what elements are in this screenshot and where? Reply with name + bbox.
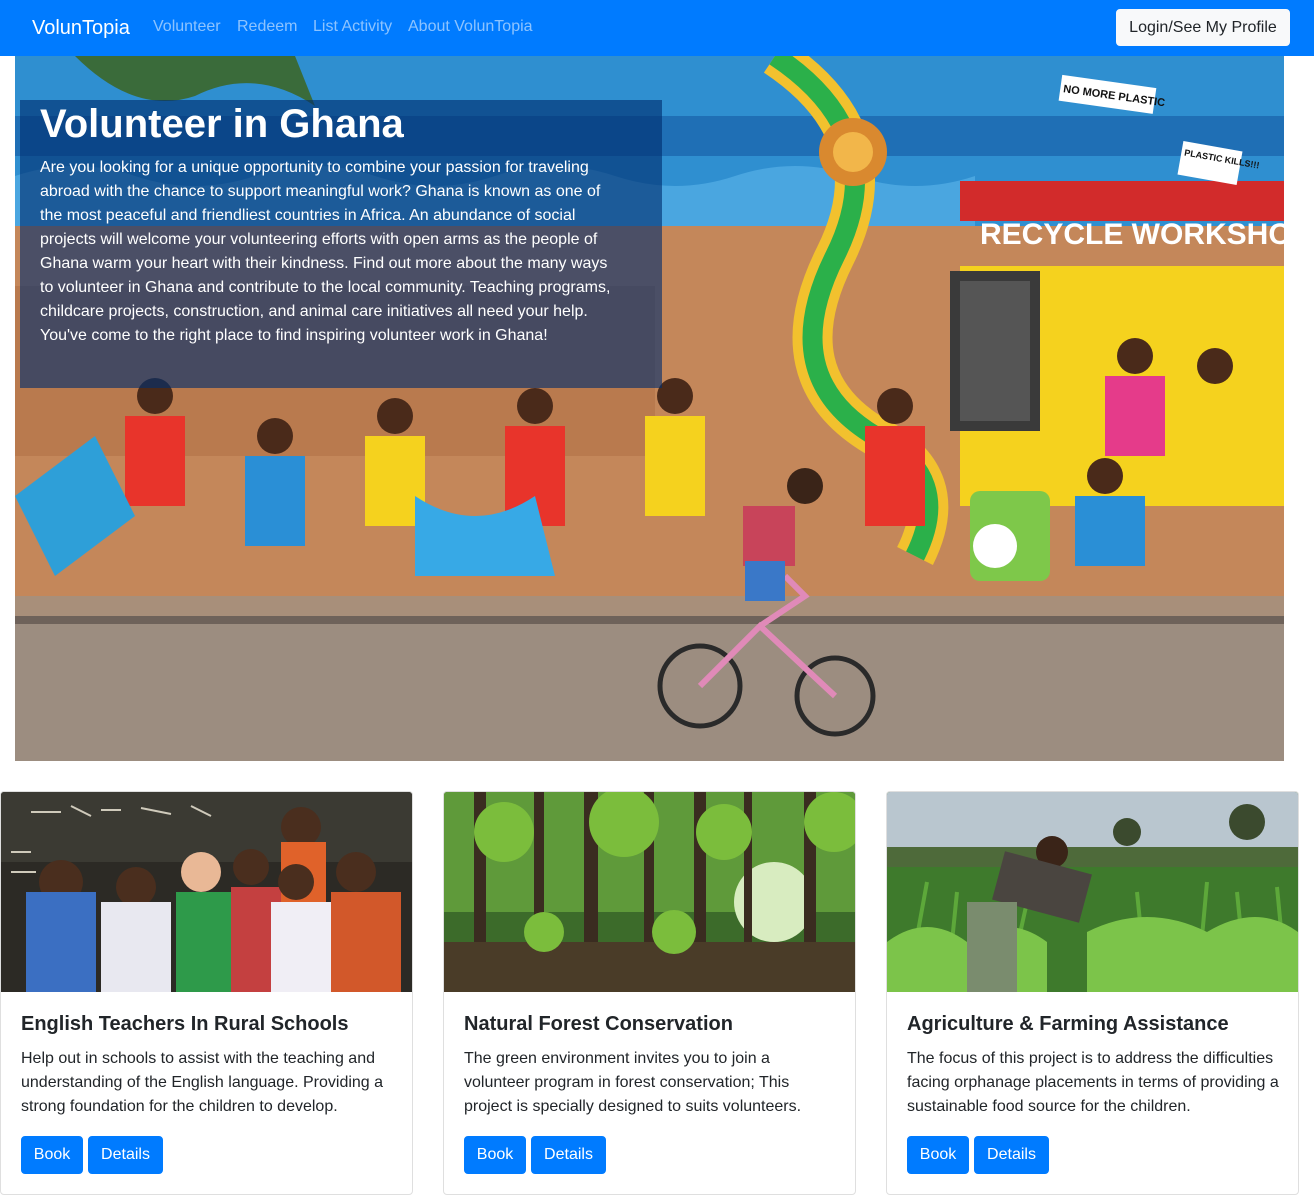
mural-recycle-text: RECYCLE WORKSHOP	[980, 218, 1284, 251]
card-image-farm	[887, 792, 1298, 992]
hero-title: Volunteer in Ghana	[40, 102, 404, 146]
nav-link-about[interactable]: About VolunTopia	[408, 17, 533, 37]
hero-description: Are you looking for a unique opportunity…	[40, 159, 611, 344]
project-card-agriculture: Agriculture & Farming Assistance The foc…	[886, 791, 1299, 1195]
details-button[interactable]: Details	[531, 1136, 606, 1174]
card-image-classroom	[1, 792, 412, 992]
project-card-forest-conservation: Natural Forest Conservation The green en…	[443, 791, 856, 1195]
book-button[interactable]: Book	[907, 1136, 969, 1174]
book-button[interactable]: Book	[464, 1136, 526, 1174]
hero-text-overlay: Volunteer in Ghana Are you looking for a…	[20, 100, 662, 388]
login-profile-button[interactable]: Login/See My Profile	[1116, 9, 1290, 46]
top-navbar: VolunTopia Volunteer Redeem List Activit…	[0, 0, 1314, 56]
book-button[interactable]: Book	[21, 1136, 83, 1174]
project-card-english-teachers: English Teachers In Rural Schools Help o…	[0, 791, 413, 1195]
card-title: Natural Forest Conservation	[464, 1013, 733, 1035]
nav-link-redeem[interactable]: Redeem	[237, 17, 297, 37]
brand-logo-link[interactable]: VolunTopia	[32, 14, 130, 42]
card-title: English Teachers In Rural Schools	[21, 1013, 349, 1035]
card-description: The focus of this project is to address …	[907, 1050, 1279, 1115]
card-title: Agriculture & Farming Assistance	[907, 1013, 1229, 1035]
card-description: The green environment invites you to joi…	[464, 1050, 802, 1115]
card-image-forest	[444, 792, 855, 992]
details-button[interactable]: Details	[88, 1136, 163, 1174]
nav-link-volunteer[interactable]: Volunteer	[153, 17, 221, 37]
details-button[interactable]: Details	[974, 1136, 1049, 1174]
card-description: Help out in schools to assist with the t…	[21, 1050, 384, 1115]
hero-banner: RECYCLE WORKSHOP NO MORE PLASTIC PLASTIC…	[15, 56, 1284, 761]
nav-link-list-activity[interactable]: List Activity	[313, 17, 392, 37]
